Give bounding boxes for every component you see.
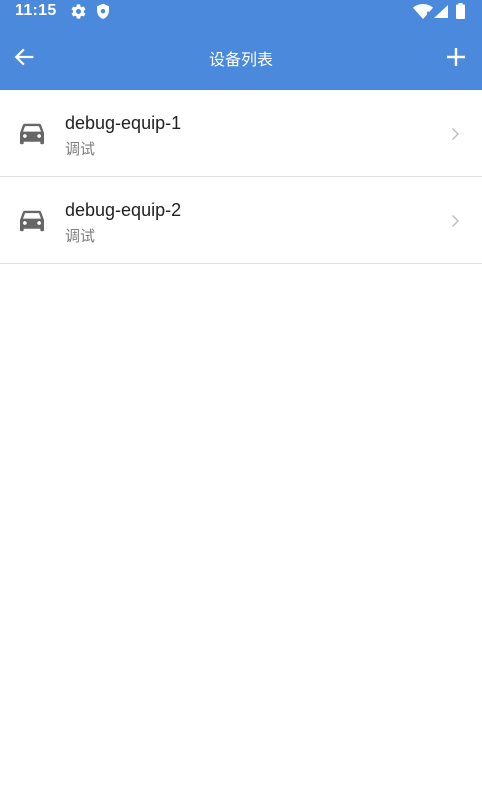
device-subtitle: 调试 (65, 140, 96, 158)
status-time: 11:15 (15, 2, 57, 19)
gear-icon (71, 4, 86, 19)
signal-icon (434, 5, 448, 18)
device-list: debug-equip-1 调试 debug-equip-2 调试 (0, 90, 482, 264)
wifi-icon (413, 4, 433, 19)
device-list-screen: 11:15 设备列表 debug-equip-1 调试 debug-equip-… (0, 0, 482, 800)
car-icon (20, 123, 44, 145)
add-device-button[interactable] (438, 37, 474, 77)
battery-icon (456, 3, 465, 19)
device-subtitle: 调试 (65, 227, 96, 245)
device-item[interactable]: debug-equip-1 调试 (0, 90, 482, 177)
status-bar: 11:15 (0, 0, 482, 24)
device-name: debug-equip-2 (65, 200, 182, 220)
chevron-right-icon (452, 215, 459, 227)
app-bar: 设备列表 (0, 24, 482, 90)
device-item[interactable]: debug-equip-2 调试 (0, 177, 482, 264)
chevron-right-icon (452, 128, 459, 140)
plus-icon (447, 48, 465, 66)
page-title: 设备列表 (208, 50, 273, 69)
device-name: debug-equip-1 (65, 113, 182, 133)
car-icon (20, 210, 44, 232)
shield-icon (97, 3, 109, 19)
